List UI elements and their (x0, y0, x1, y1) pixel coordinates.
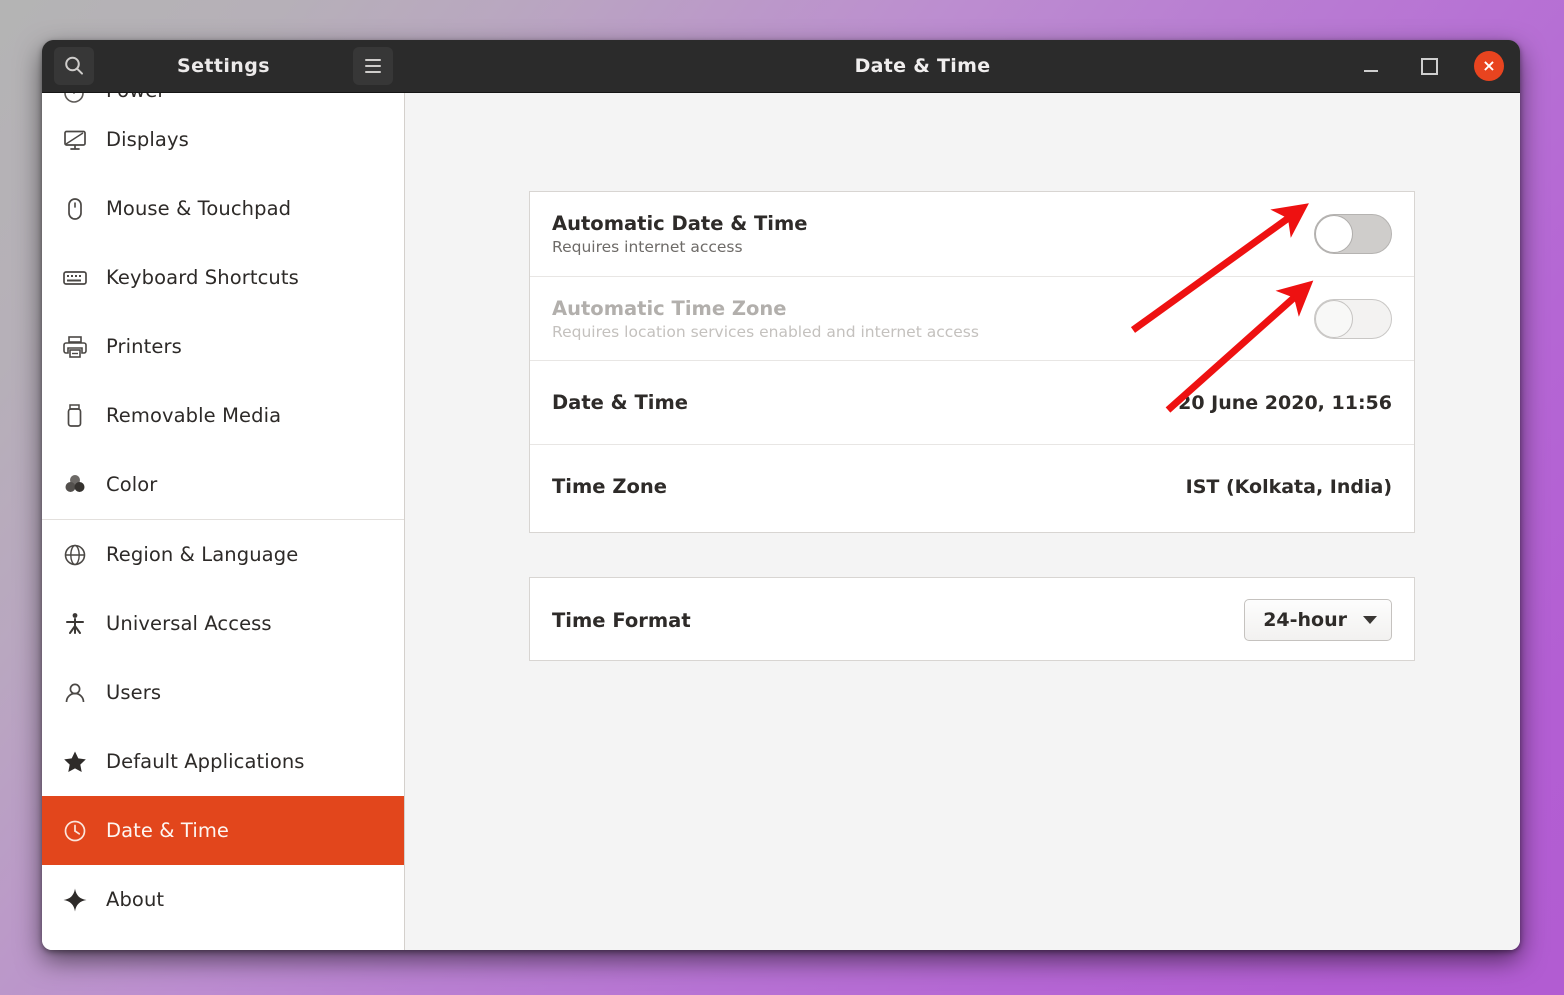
globe-icon (62, 541, 92, 569)
search-button[interactable] (54, 47, 94, 85)
printer-icon (62, 333, 92, 361)
sidebar-item-label: Region & Language (106, 543, 298, 566)
row-title: Automatic Time Zone (552, 297, 979, 320)
sidebar-item-removable-media[interactable]: Removable Media (42, 381, 404, 450)
date-time-value: 20 June 2020, 11:56 (1178, 392, 1392, 414)
minimize-button[interactable] (1358, 53, 1384, 79)
row-title: Date & Time (552, 391, 688, 414)
row-date-time[interactable]: Date & Time 20 June 2020, 11:56 (530, 360, 1414, 444)
sidebar-item-users[interactable]: Users (42, 658, 404, 727)
sidebar-headerbar: Settings (42, 40, 405, 92)
row-time-format[interactable]: Time Format 24-hour (530, 578, 1414, 662)
window-controls: × (1358, 51, 1504, 81)
sidebar-item-keyboard-shortcuts[interactable]: Keyboard Shortcuts (42, 243, 404, 312)
user-icon (62, 679, 92, 707)
sidebar-item-power[interactable]: Power (42, 93, 404, 105)
search-icon (63, 55, 85, 77)
date-time-panel: Automatic Date & Time Requires internet … (405, 93, 1520, 950)
sparkle-icon (62, 886, 92, 914)
row-title: Time Zone (552, 475, 667, 498)
row-title: Time Format (552, 609, 691, 632)
clock-icon (62, 817, 92, 845)
close-icon: × (1482, 58, 1495, 74)
time-format-selected-value: 24-hour (1263, 609, 1347, 631)
sidebar-item-printers[interactable]: Printers (42, 312, 404, 381)
row-automatic-time-zone[interactable]: Automatic Time Zone Requires location se… (530, 276, 1414, 360)
sidebar-item-region-language[interactable]: Region & Language (42, 520, 404, 589)
maximize-button[interactable] (1416, 53, 1442, 79)
automatic-time-zone-toggle[interactable] (1314, 299, 1392, 339)
row-subtitle: Requires internet access (552, 238, 808, 256)
power-icon (62, 93, 92, 105)
star-icon (62, 748, 92, 776)
usb-drive-icon (62, 402, 92, 430)
sidebar-item-date-time[interactable]: Date & Time (42, 796, 404, 865)
sidebar-item-about[interactable]: About (42, 865, 404, 934)
sidebar-item-label: Mouse & Touchpad (106, 197, 291, 220)
color-icon (62, 471, 92, 499)
automatic-settings-card: Automatic Date & Time Requires internet … (529, 191, 1415, 533)
time-format-dropdown[interactable]: 24-hour (1244, 599, 1392, 641)
sidebar-item-displays[interactable]: Displays (42, 105, 404, 174)
sidebar-item-default-applications[interactable]: Default Applications (42, 727, 404, 796)
row-time-zone[interactable]: Time Zone IST (Kolkata, India) (530, 444, 1414, 528)
window-content: Power Displays Mouse & Touchpad (42, 93, 1520, 950)
accessibility-icon (62, 610, 92, 638)
window-headerbar: Date & Time × (405, 40, 1520, 92)
sidebar-item-universal-access[interactable]: Universal Access (42, 589, 404, 658)
sidebar-item-label: Keyboard Shortcuts (106, 266, 299, 289)
sidebar-item-label: Users (106, 681, 161, 704)
automatic-date-time-toggle[interactable] (1314, 214, 1392, 254)
toggle-knob (1315, 300, 1353, 338)
settings-sidebar[interactable]: Power Displays Mouse & Touchpad (42, 93, 405, 950)
app-title: Settings (100, 55, 347, 77)
sidebar-item-label: Date & Time (106, 819, 229, 842)
settings-window: Settings Date & Time × (42, 40, 1520, 950)
desktop-background: Settings Date & Time × (0, 0, 1564, 995)
sidebar-item-color[interactable]: Color (42, 450, 404, 519)
sidebar-item-label: Color (106, 473, 157, 496)
row-texts: Automatic Date & Time Requires internet … (552, 212, 808, 256)
display-icon (62, 126, 92, 154)
sidebar-item-label: Displays (106, 128, 189, 151)
row-texts: Time Format (552, 609, 691, 632)
page-title: Date & Time (365, 55, 1480, 77)
row-automatic-date-time[interactable]: Automatic Date & Time Requires internet … (530, 192, 1414, 276)
row-texts: Date & Time (552, 391, 688, 414)
sidebar-item-label: About (106, 888, 164, 911)
sidebar-item-label: Printers (106, 335, 182, 358)
row-subtitle: Requires location services enabled and i… (552, 323, 979, 341)
toggle-knob (1315, 215, 1353, 253)
keyboard-icon (62, 264, 92, 292)
sidebar-item-mouse-touchpad[interactable]: Mouse & Touchpad (42, 174, 404, 243)
row-texts: Automatic Time Zone Requires location se… (552, 297, 979, 341)
window-titlebar: Settings Date & Time × (42, 40, 1520, 93)
sidebar-item-label: Removable Media (106, 404, 281, 427)
sidebar-item-label: Power (106, 93, 165, 102)
row-title: Automatic Date & Time (552, 212, 808, 235)
chevron-down-icon (1363, 616, 1377, 624)
time-zone-value: IST (Kolkata, India) (1186, 476, 1392, 498)
time-format-card: Time Format 24-hour (529, 577, 1415, 661)
close-button[interactable]: × (1474, 51, 1504, 81)
mouse-icon (62, 195, 92, 223)
sidebar-item-label: Universal Access (106, 612, 272, 635)
row-texts: Time Zone (552, 475, 667, 498)
sidebar-item-label: Default Applications (106, 750, 305, 773)
